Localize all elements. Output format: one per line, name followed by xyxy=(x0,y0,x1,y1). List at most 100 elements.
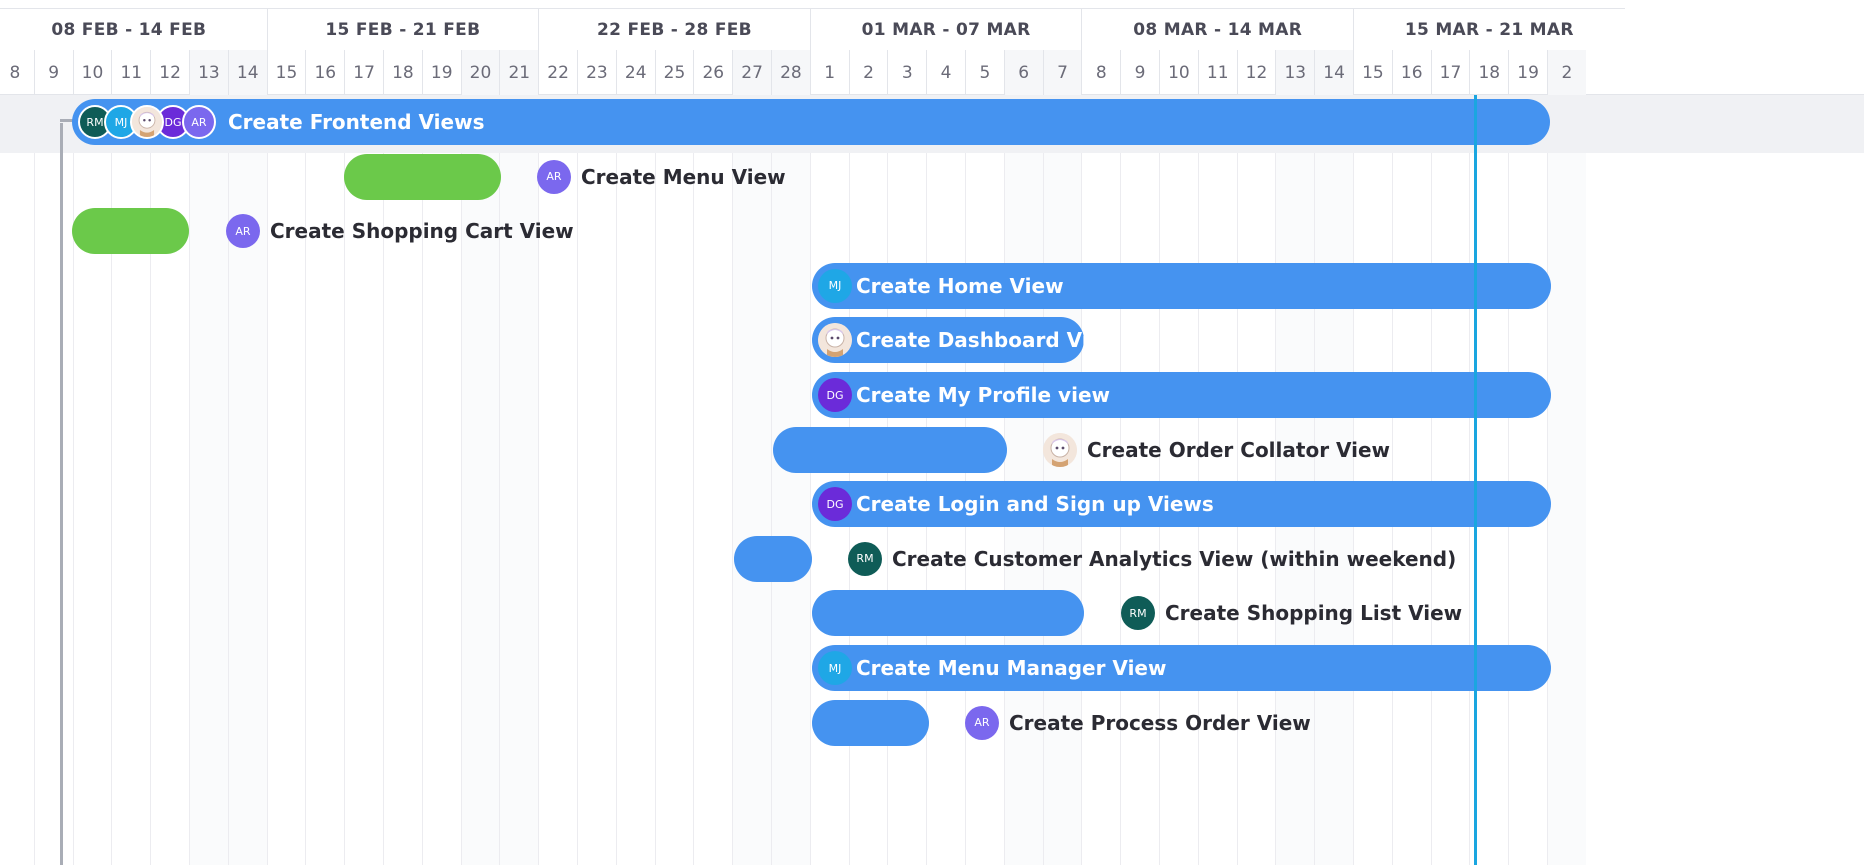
day-column xyxy=(1314,95,1353,865)
task-bar[interactable] xyxy=(72,208,189,255)
day-column xyxy=(809,95,849,865)
user-photo-icon[interactable] xyxy=(818,323,852,358)
day-label: 22 xyxy=(538,50,577,95)
task-label: RM Create Shopping List View xyxy=(1121,590,1462,636)
avatar-rm[interactable]: RM xyxy=(848,541,882,576)
day-label: 18 xyxy=(383,50,422,95)
task-bar[interactable]: DG Create My Profile view xyxy=(812,372,1551,418)
day-label: 15 xyxy=(266,50,306,95)
task-title[interactable]: Create Shopping List View xyxy=(1165,601,1462,625)
day-column xyxy=(848,95,888,865)
day-label: 19 xyxy=(1508,50,1547,95)
task-bar-content: MJ Create Menu Manager View xyxy=(818,645,1166,691)
day-column xyxy=(965,95,1004,865)
week-header: 22 FEB - 28 FEB xyxy=(538,8,810,50)
task-bar-content: Create Dashboard Vi... xyxy=(818,317,1111,363)
day-label: 21 xyxy=(499,50,539,95)
day-label: 8 xyxy=(1081,50,1120,95)
week-header: 01 MAR - 07 MAR xyxy=(809,8,1082,50)
day-column xyxy=(189,95,228,865)
day-column xyxy=(1120,95,1159,865)
task-bar[interactable] xyxy=(734,535,812,582)
avatar-ar[interactable]: AR xyxy=(537,159,571,194)
day-column xyxy=(1508,95,1547,865)
task-bar[interactable] xyxy=(812,699,929,746)
task-title[interactable]: Create Order Collator View xyxy=(1087,438,1390,462)
day-label: 4 xyxy=(926,50,965,95)
task-bar[interactable]: RM MJ DG AR Create Frontend Views xyxy=(72,99,1550,145)
task-title[interactable]: Create Process Order View xyxy=(1009,711,1311,735)
task-bar[interactable] xyxy=(812,590,1084,637)
task-bar[interactable]: MJ Create Menu Manager View xyxy=(812,645,1551,691)
day-label: 9 xyxy=(33,50,73,95)
task-bar[interactable]: Create Dashboard Vi... xyxy=(812,317,1111,364)
task-title[interactable]: Create Login and Sign up Views xyxy=(856,492,1214,516)
day-label: 19 xyxy=(421,50,461,95)
task-title[interactable]: Create Customer Analytics View (within w… xyxy=(892,547,1456,571)
dependency-line xyxy=(60,123,63,865)
day-label: 27 xyxy=(732,50,771,95)
day-column xyxy=(926,95,965,865)
task-bar[interactable]: MJ Create Home View xyxy=(812,262,1551,309)
task-label: RM Create Customer Analytics View (within… xyxy=(848,536,1456,582)
day-column xyxy=(654,95,694,865)
day-column xyxy=(1236,95,1276,865)
day-label: 3 xyxy=(887,50,926,95)
day-column xyxy=(1547,95,1586,865)
task-title[interactable]: Create My Profile view xyxy=(856,383,1110,407)
user-photo-icon[interactable] xyxy=(130,105,164,139)
day-label: 17 xyxy=(1430,50,1470,95)
day-column xyxy=(771,95,810,865)
task-bar[interactable] xyxy=(344,153,501,200)
day-label: 9 xyxy=(1120,50,1159,95)
day-column xyxy=(1159,95,1198,865)
assignee-stack xyxy=(818,323,852,358)
day-label: 10 xyxy=(1159,50,1198,95)
task-title[interactable]: Create Menu Manager View xyxy=(856,656,1166,680)
day-label: 10 xyxy=(72,50,112,95)
assignee-stack: MJ xyxy=(818,651,852,685)
task-title[interactable]: Create Shopping Cart View xyxy=(270,219,574,243)
day-column xyxy=(1042,95,1082,865)
task-bar-content: DG Create My Profile view xyxy=(818,372,1110,418)
task-label: AR Create Menu View xyxy=(537,154,786,200)
avatar-dg[interactable]: DG xyxy=(818,378,852,412)
task-bar-content: DG Create Login and Sign up Views xyxy=(818,481,1214,527)
task-bar[interactable]: DG Create Login and Sign up Views xyxy=(812,481,1551,528)
day-column xyxy=(693,95,732,865)
task-title[interactable]: Create Menu View xyxy=(581,165,786,189)
day-column xyxy=(1081,95,1120,865)
task-title[interactable]: Create Home View xyxy=(856,274,1064,298)
gantt-chart: 08 FEB - 14 FEB 15 FEB - 21 FEB 22 FEB - 2… xyxy=(0,0,1864,865)
user-photo-icon[interactable] xyxy=(1043,432,1077,467)
day-column xyxy=(0,95,34,865)
day-label: 6 xyxy=(1003,50,1043,95)
task-label: AR Create Shopping Cart View xyxy=(226,208,574,254)
day-label: 16 xyxy=(1391,50,1431,95)
task-title[interactable]: Create Dashboard Vi... xyxy=(856,328,1111,352)
day-label: 23 xyxy=(577,50,616,95)
week-header: 08 FEB - 14 FEB xyxy=(0,8,267,50)
day-label: 2 xyxy=(848,50,888,95)
avatar-dg[interactable]: DG xyxy=(818,487,852,522)
avatar-ar[interactable]: AR xyxy=(182,105,216,139)
week-header: 15 MAR - 21 MAR xyxy=(1353,8,1625,50)
day-column xyxy=(1275,95,1315,865)
avatar-ar[interactable]: AR xyxy=(965,705,999,740)
task-title[interactable]: Create Frontend Views xyxy=(228,110,484,134)
task-bar[interactable] xyxy=(773,426,1007,473)
avatar-ar[interactable]: AR xyxy=(226,214,260,249)
avatar-rm[interactable]: RM xyxy=(1121,596,1155,631)
avatar-mj[interactable]: MJ xyxy=(818,268,852,303)
day-label: 16 xyxy=(305,50,344,95)
avatar-mj[interactable]: MJ xyxy=(818,651,852,685)
day-column xyxy=(732,95,771,865)
day-column xyxy=(615,95,655,865)
today-marker-line xyxy=(1474,95,1477,865)
day-column xyxy=(1353,95,1392,865)
task-label: AR Create Process Order View xyxy=(965,700,1311,746)
day-label: 17 xyxy=(344,50,383,95)
day-label: 13 xyxy=(1275,50,1315,95)
day-label: 20 xyxy=(460,50,500,95)
week-header: 08 MAR - 14 MAR xyxy=(1081,8,1353,50)
